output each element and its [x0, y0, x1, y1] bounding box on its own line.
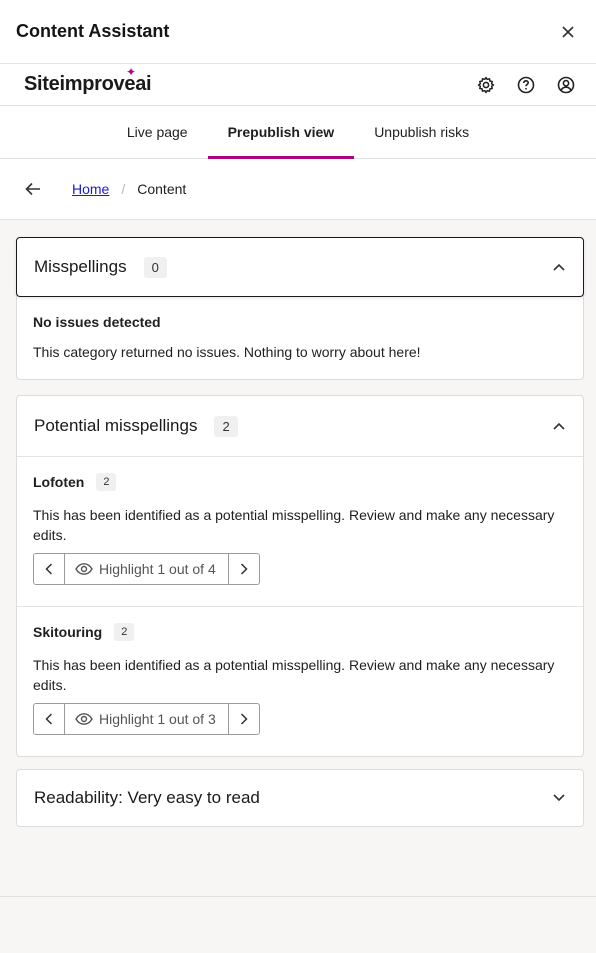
misspelled-word: Lofoten	[33, 474, 85, 490]
ai-sparkle-icon: ✦	[126, 65, 136, 79]
brand-bar: Siteimproveai ✦	[0, 64, 596, 106]
readability-toggle[interactable]: Readability: Very easy to read	[17, 770, 583, 826]
highlight-label: Highlight 1 out of 3	[99, 711, 216, 727]
chevron-right-icon	[240, 713, 248, 725]
tab-unpublish-risks[interactable]: Unpublish risks	[354, 106, 489, 158]
breadcrumb-home-link[interactable]: Home	[72, 181, 109, 197]
potential-misspellings-title: Potential misspellings	[34, 416, 198, 435]
view-tabs: Live page Prepublish view Unpublish risk…	[0, 106, 596, 159]
highlight-toggle-button[interactable]: Highlight 1 out of 4	[65, 554, 228, 584]
panel-title: Content Assistant	[16, 21, 170, 41]
eye-icon	[75, 563, 93, 575]
highlight-label: Highlight 1 out of 4	[99, 561, 216, 577]
close-button[interactable]	[556, 20, 580, 44]
close-icon	[562, 25, 574, 38]
item-description: This has been identified as a potential …	[33, 507, 555, 543]
readability-title: Readability: Very easy to read	[34, 788, 260, 807]
misspelled-word: Skitouring	[33, 624, 103, 640]
empty-state-text: This category returned no issues. Nothin…	[33, 344, 421, 360]
eye-icon	[75, 713, 93, 725]
list-item: Lofoten 2 This has been identified as a …	[17, 456, 583, 606]
empty-state-title: No issues detected	[33, 314, 161, 330]
readability-card: Readability: Very easy to read	[16, 769, 584, 827]
chevron-down-icon	[552, 791, 566, 805]
settings-button[interactable]	[476, 75, 496, 95]
misspellings-empty-state: No issues detected This category returne…	[17, 296, 583, 379]
chevron-up-icon	[552, 260, 566, 274]
tab-live-page[interactable]: Live page	[107, 106, 208, 158]
misspellings-toggle[interactable]: Misspellings 0	[16, 237, 584, 297]
next-highlight-button[interactable]	[227, 704, 259, 734]
highlight-navigator: Highlight 1 out of 4	[33, 553, 260, 585]
back-button[interactable]	[22, 178, 44, 200]
next-highlight-button[interactable]	[227, 554, 259, 584]
previous-highlight-button[interactable]	[34, 554, 65, 584]
breadcrumb-current: Content	[137, 181, 187, 197]
gear-icon	[477, 76, 495, 93]
previous-highlight-button[interactable]	[34, 704, 65, 734]
help-button[interactable]	[516, 75, 536, 95]
chevron-right-icon	[240, 563, 248, 575]
user-icon	[557, 76, 575, 93]
breadcrumb-separator: /	[121, 181, 126, 197]
tab-prepublish-view[interactable]: Prepublish view	[207, 106, 355, 159]
brand-suffix: ai	[135, 73, 152, 95]
item-description: This has been identified as a potential …	[33, 657, 555, 693]
potential-misspellings-card: Potential misspellings 2 Lofoten 2 This …	[16, 395, 584, 757]
highlight-navigator: Highlight 1 out of 3	[33, 703, 260, 735]
siteimprove-logo: Siteimproveai ✦	[24, 65, 152, 96]
potential-misspellings-toggle[interactable]: Potential misspellings 2	[17, 396, 583, 456]
misspellings-count-badge: 0	[143, 256, 167, 278]
potential-misspellings-count-badge: 2	[214, 415, 238, 437]
chevron-left-icon	[45, 713, 53, 725]
misspellings-title: Misspellings	[34, 257, 127, 276]
chevron-up-icon	[552, 419, 566, 433]
chevron-left-icon	[45, 563, 53, 575]
panel-header: Content Assistant	[0, 0, 596, 64]
occurrence-count-badge: 2	[96, 473, 117, 491]
occurrence-count-badge: 2	[114, 623, 135, 641]
highlight-toggle-button[interactable]: Highlight 1 out of 3	[65, 704, 228, 734]
list-item: Skitouring 2 This has been identified as…	[17, 606, 583, 756]
arrow-left-icon	[25, 182, 40, 196]
misspellings-card: Misspellings 0 No issues detected This c…	[16, 237, 584, 380]
help-icon	[517, 76, 535, 93]
breadcrumb: Home / Content	[0, 159, 596, 220]
footer-divider	[0, 896, 596, 897]
profile-button[interactable]	[556, 75, 576, 95]
brand-name: Siteimprove	[24, 73, 136, 95]
